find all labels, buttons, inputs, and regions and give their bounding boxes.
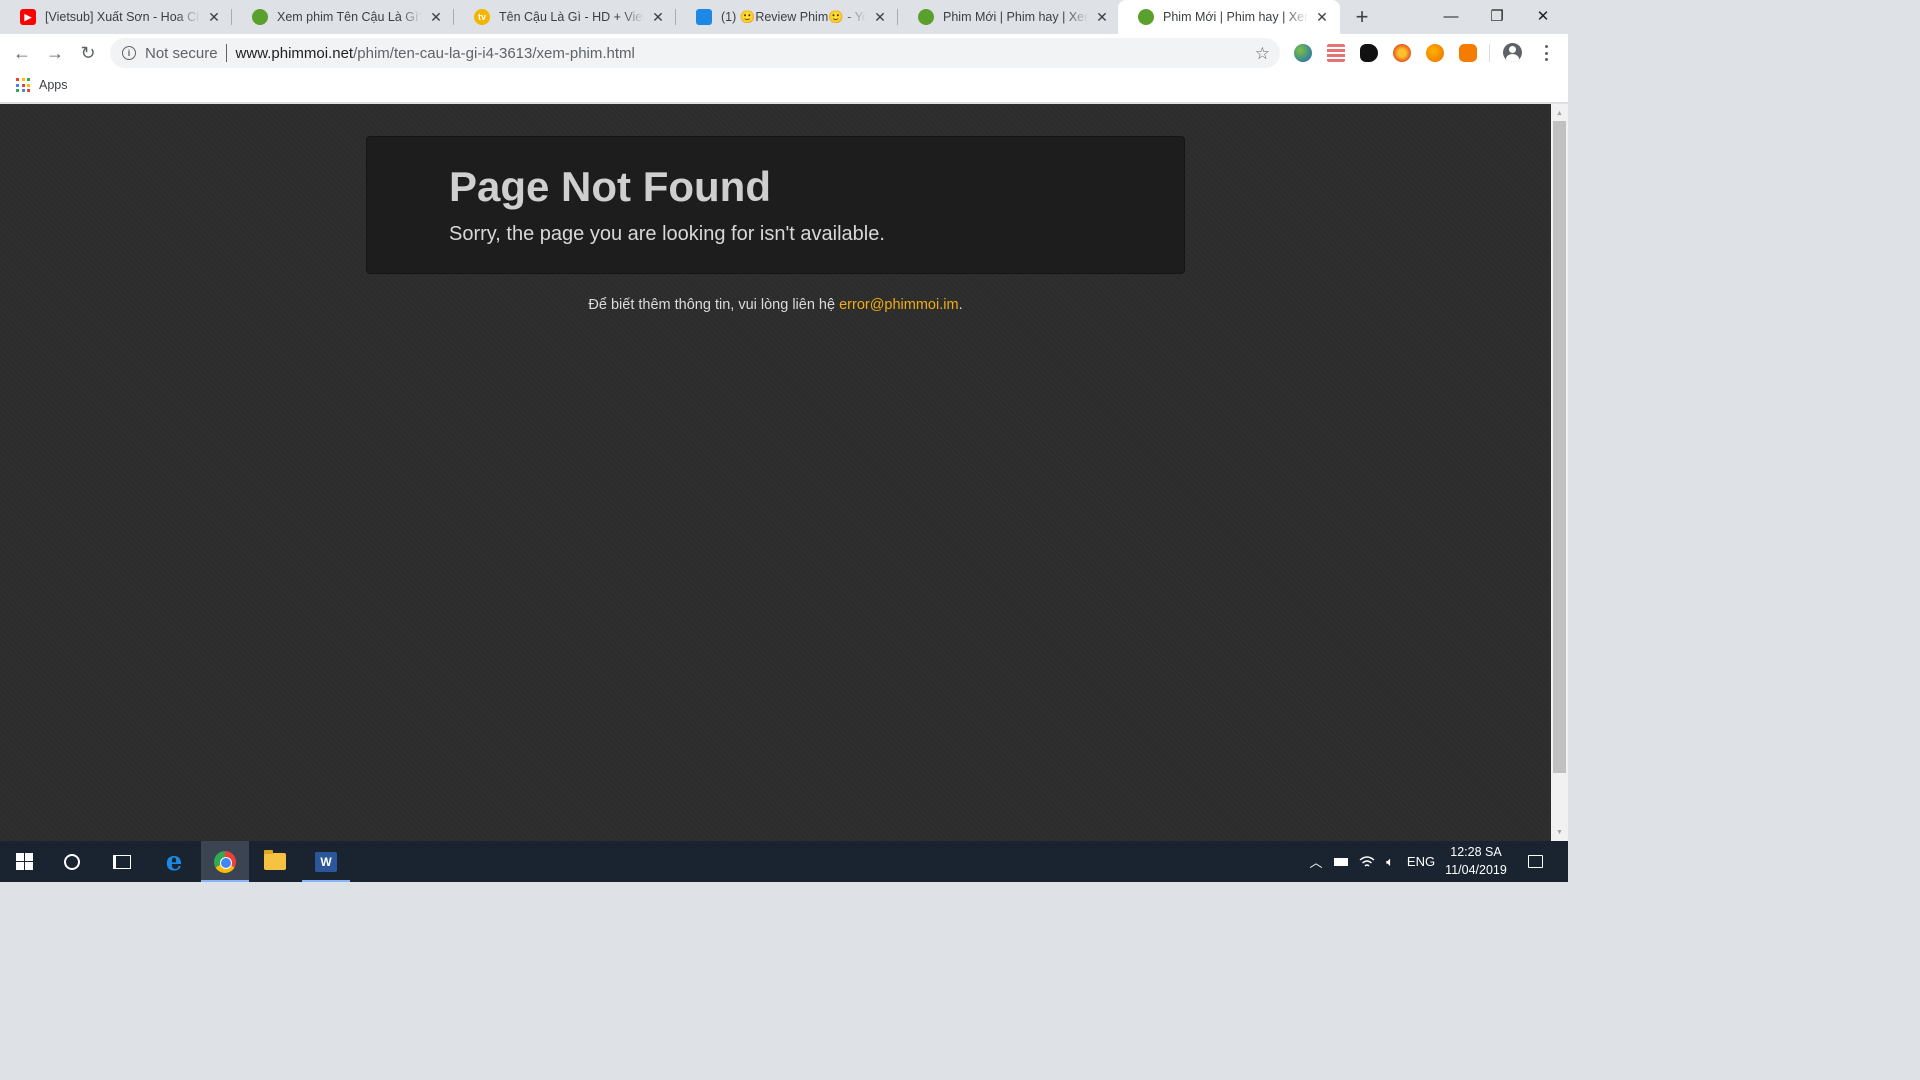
active-indicator <box>201 880 249 882</box>
reload-button[interactable]: ↻ <box>74 39 102 67</box>
close-icon[interactable]: ✕ <box>206 9 222 25</box>
phimmoi-icon <box>1138 9 1154 25</box>
tab-phim-moi-active[interactable]: Phim Mới | Phim hay | Xem phim ✕ <box>1118 0 1340 34</box>
page-title: Page Not Found <box>449 163 771 210</box>
tab-xem-phim[interactable]: Xem phim Tên Cậu Là Gì? | Vietsub ✕ <box>232 0 454 34</box>
running-indicator <box>302 880 350 882</box>
tab-youtube-xuat-son[interactable]: ▶ [Vietsub] Xuất Sơn - Hoa Chúc ✕ <box>0 0 232 34</box>
close-icon[interactable]: ✕ <box>1314 9 1330 25</box>
tab-title: Xem phim Tên Cậu Là Gì? | Vietsub <box>277 10 422 24</box>
phimmoi-icon <box>918 9 934 25</box>
apps-grid-icon <box>16 78 30 92</box>
tab-title: Tên Cậu Là Gì - HD + Vietsub <box>499 10 644 24</box>
tab-title: (1) 🙂Review Phim🙂 - YouTube <box>721 9 866 24</box>
chrome-app[interactable] <box>201 841 249 882</box>
vertical-scrollbar[interactable]: ▲ ▼ <box>1551 104 1568 841</box>
extension-calendar-icon[interactable] <box>1327 44 1345 62</box>
edge-icon: e <box>165 846 183 877</box>
tab-title: Phim Mới | Phim hay | Xem phim <box>1163 10 1308 24</box>
word-icon: W <box>315 851 337 872</box>
more-menu-icon[interactable] <box>1538 43 1554 63</box>
youtube-icon: ▶ <box>20 9 36 25</box>
app-icon <box>696 9 712 25</box>
page-viewport: Page Not Found Sorry, the page you are l… <box>0 104 1551 841</box>
browser-toolbar: ← → ↻ i Not secure www.phimmoi.net /phim… <box>0 34 1568 72</box>
url-host: www.phimmoi.net <box>235 44 354 62</box>
url-path: /phim/ten-cau-la-gi-i4-3613/xem-phim.htm… <box>353 44 635 62</box>
start-button[interactable] <box>0 841 48 882</box>
profile-icon[interactable] <box>1503 43 1522 62</box>
toolbar-separator <box>1489 44 1490 62</box>
error-panel: Page Not Found Sorry, the page you are l… <box>366 136 1185 274</box>
tab-phim-moi[interactable]: Phim Mới | Phim hay | Xem phim ✕ <box>898 0 1120 34</box>
clock-date: 11/04/2019 <box>1445 863 1507 877</box>
tv-icon: tv <box>474 9 490 25</box>
close-icon[interactable]: ✕ <box>1094 9 1110 25</box>
contact-suffix: . <box>958 297 963 313</box>
close-icon[interactable]: ✕ <box>872 9 888 25</box>
extension-firefox-icon[interactable] <box>1393 44 1411 62</box>
windows-taskbar: e W ︿ 🔈︎ ENG 12:28 SA 11/04/2019 <box>0 841 1568 882</box>
omnibox-separator <box>225 44 227 62</box>
address-bar[interactable]: i Not secure www.phimmoi.net /phim/ten-c… <box>110 38 1280 68</box>
tab-title: Phim Mới | Phim hay | Xem phim <box>943 10 1088 24</box>
word-app[interactable]: W <box>302 841 350 882</box>
folder-icon <box>264 850 286 870</box>
language-indicator[interactable]: ENG <box>1404 841 1438 882</box>
volume-icon[interactable]: 🔈︎ <box>1379 841 1401 882</box>
tab-strip: ▶ [Vietsub] Xuất Sơn - Hoa Chúc ✕ Xem ph… <box>0 0 1568 34</box>
tab-title: [Vietsub] Xuất Sơn - Hoa Chúc <box>45 10 200 24</box>
extension-orange-icon[interactable] <box>1426 44 1444 62</box>
show-hidden-icons-chevron-icon[interactable]: ︿ <box>1306 841 1326 882</box>
bookmarks-bar: Apps <box>0 72 1568 103</box>
cortana-button[interactable] <box>48 841 96 882</box>
windows-logo-icon <box>15 853 33 870</box>
new-tab-button[interactable]: + <box>1350 4 1374 29</box>
restore-button[interactable]: ❐ <box>1474 0 1520 32</box>
action-center-icon[interactable] <box>1524 841 1546 882</box>
contact-info: Để biết thêm thông tin, vui lòng liên hệ… <box>0 297 1551 313</box>
edge-app[interactable]: e <box>150 841 198 882</box>
extension-globe-icon[interactable] <box>1294 44 1312 62</box>
task-view-button[interactable] <box>98 841 146 882</box>
chrome-icon <box>214 850 236 873</box>
wifi-icon[interactable] <box>1356 841 1378 882</box>
clock-time: 12:28 SA <box>1450 845 1502 859</box>
tab-ten-cau-la-gi[interactable]: tv Tên Cậu Là Gì - HD + Vietsub ✕ <box>454 0 676 34</box>
extension-fish-icon[interactable] <box>1360 44 1378 62</box>
info-icon[interactable]: i <box>122 46 136 60</box>
system-clock[interactable]: 12:28 SA 11/04/2019 <box>1436 843 1516 879</box>
task-view-icon <box>113 854 131 869</box>
bookmark-star-icon[interactable]: ☆ <box>1255 44 1270 64</box>
battery-icon[interactable] <box>1330 841 1352 882</box>
tab-review-phim[interactable]: (1) 🙂Review Phim🙂 - YouTube ✕ <box>676 0 898 34</box>
contact-text: Để biết thêm thông tin, vui lòng liên hệ <box>588 297 840 313</box>
scrollbar-thumb[interactable] <box>1553 121 1566 773</box>
forward-button[interactable]: → <box>41 39 69 67</box>
phimmoi-icon <box>252 9 268 25</box>
minimize-button[interactable]: — <box>1428 0 1474 32</box>
apps-label: Apps <box>39 78 68 92</box>
close-icon[interactable]: ✕ <box>650 9 666 25</box>
file-explorer-app[interactable] <box>251 841 299 882</box>
extension-fox-icon[interactable] <box>1459 44 1477 62</box>
back-button[interactable]: ← <box>8 39 36 67</box>
close-icon[interactable]: ✕ <box>428 9 444 25</box>
apps-bookmark[interactable]: Apps <box>16 78 68 92</box>
error-message: Sorry, the page you are looking for isn'… <box>449 223 885 245</box>
search-circle-icon <box>64 853 80 870</box>
contact-email-link[interactable]: error@phimmoi.im <box>839 297 958 313</box>
scroll-down-icon[interactable]: ▼ <box>1551 825 1568 839</box>
close-window-button[interactable]: ✕ <box>1520 0 1566 32</box>
security-label[interactable]: Not secure <box>145 45 218 62</box>
scroll-up-icon[interactable]: ▲ <box>1551 106 1568 120</box>
